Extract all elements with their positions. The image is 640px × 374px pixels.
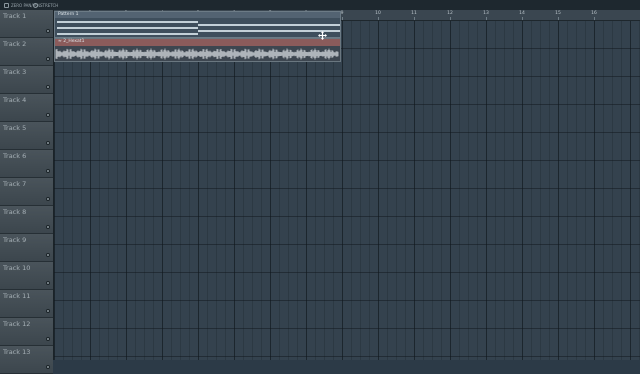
track-header[interactable]: Track 4 xyxy=(0,94,53,122)
track-mute-indicator[interactable] xyxy=(46,281,50,285)
track-mute-indicator[interactable] xyxy=(46,113,50,117)
audio-clip-header[interactable]: ≈ 2_Hexat1 xyxy=(55,39,340,46)
ruler-tick-label: 10 xyxy=(375,11,381,16)
ruler-tick-label: 13 xyxy=(483,11,489,16)
track-header[interactable]: Track 3 xyxy=(0,66,53,94)
track-header[interactable]: Track 9 xyxy=(0,234,53,262)
waveform-path xyxy=(55,48,339,60)
track-label: Track 5 xyxy=(3,124,27,132)
zero-pan-icon xyxy=(4,2,9,8)
ruler-tick-mark xyxy=(486,17,487,20)
track-header[interactable]: Track 5 xyxy=(0,122,53,150)
track-mute-indicator[interactable] xyxy=(46,29,50,33)
track-header[interactable]: Track 8 xyxy=(0,206,53,234)
pattern-clip-title: Pattern 1 xyxy=(58,12,79,17)
track-mute-indicator[interactable] xyxy=(46,253,50,257)
track-mute-indicator[interactable] xyxy=(46,141,50,145)
track-label: Track 9 xyxy=(3,236,27,244)
ruler-tick-mark xyxy=(342,17,343,20)
stretch-icon xyxy=(33,2,38,8)
track-mute-indicator[interactable] xyxy=(46,85,50,89)
pattern-note xyxy=(57,21,198,23)
ruler-tick-label: 12 xyxy=(447,11,453,16)
track-label: Track 3 xyxy=(3,68,27,76)
ruler-tick-label: 16 xyxy=(591,11,597,16)
track-header[interactable]: Track 7 xyxy=(0,178,53,206)
track-mute-indicator[interactable] xyxy=(46,197,50,201)
track-header[interactable]: Track 6 xyxy=(0,150,53,178)
pattern-clip-header[interactable]: Pattern 1 xyxy=(55,12,340,18)
track-mute-indicator[interactable] xyxy=(46,169,50,173)
track-label: Track 12 xyxy=(3,320,31,328)
pattern-note xyxy=(57,27,198,29)
track-label: Track 13 xyxy=(3,348,31,356)
track-header[interactable]: Track 2 xyxy=(0,38,53,66)
track-label: Track 7 xyxy=(3,180,27,188)
audio-clip[interactable]: ≈ 2_Hexat1 xyxy=(54,38,341,62)
track-mute-indicator[interactable] xyxy=(46,337,50,341)
toolbar-item-stretch[interactable]: STRETCH xyxy=(33,1,58,9)
track-label: Track 11 xyxy=(3,292,31,300)
ruler-tick-label: 11 xyxy=(411,11,417,16)
pattern-note xyxy=(57,33,198,35)
track-header[interactable]: Track 13 xyxy=(0,346,53,374)
track-header[interactable]: Track 10 xyxy=(0,262,53,290)
playlist-grid[interactable] xyxy=(54,21,640,360)
track-header[interactable]: Track 12 xyxy=(0,318,53,346)
track-label: Track 10 xyxy=(3,264,31,272)
audio-clip-title: ≈ 2_Hexat1 xyxy=(58,39,85,44)
pattern-note xyxy=(198,24,340,26)
track-header[interactable]: Track 1 xyxy=(0,10,53,38)
track-headers: Track 1 Track 2 Track 3 Track 4 Track 5 Track… xyxy=(0,10,54,374)
ruler-tick-mark xyxy=(558,17,559,20)
ruler-tick-label: 14 xyxy=(519,11,525,16)
toolbar-item-label: STRETCH xyxy=(40,2,59,8)
pattern-clip[interactable]: Pattern 1 xyxy=(54,11,341,38)
ruler-tick-mark xyxy=(522,17,523,20)
track-label: Track 6 xyxy=(3,152,27,160)
track-label: Track 1 xyxy=(3,12,27,20)
ruler-tick-mark xyxy=(414,17,415,20)
track-label: Track 8 xyxy=(3,208,27,216)
track-header[interactable]: Track 11 xyxy=(0,290,53,318)
ruler-tick-mark xyxy=(594,17,595,20)
move-cursor-icon xyxy=(318,31,327,40)
track-label: Track 2 xyxy=(3,40,27,48)
ruler-tick-mark xyxy=(450,17,451,20)
track-label: Track 4 xyxy=(3,96,27,104)
track-mute-indicator[interactable] xyxy=(46,57,50,61)
track-mute-indicator[interactable] xyxy=(46,309,50,313)
ruler-tick-label: 15 xyxy=(555,11,561,16)
ruler-tick-mark xyxy=(378,17,379,20)
track-mute-indicator[interactable] xyxy=(46,365,50,369)
audio-waveform xyxy=(55,48,339,60)
track-mute-indicator[interactable] xyxy=(46,225,50,229)
